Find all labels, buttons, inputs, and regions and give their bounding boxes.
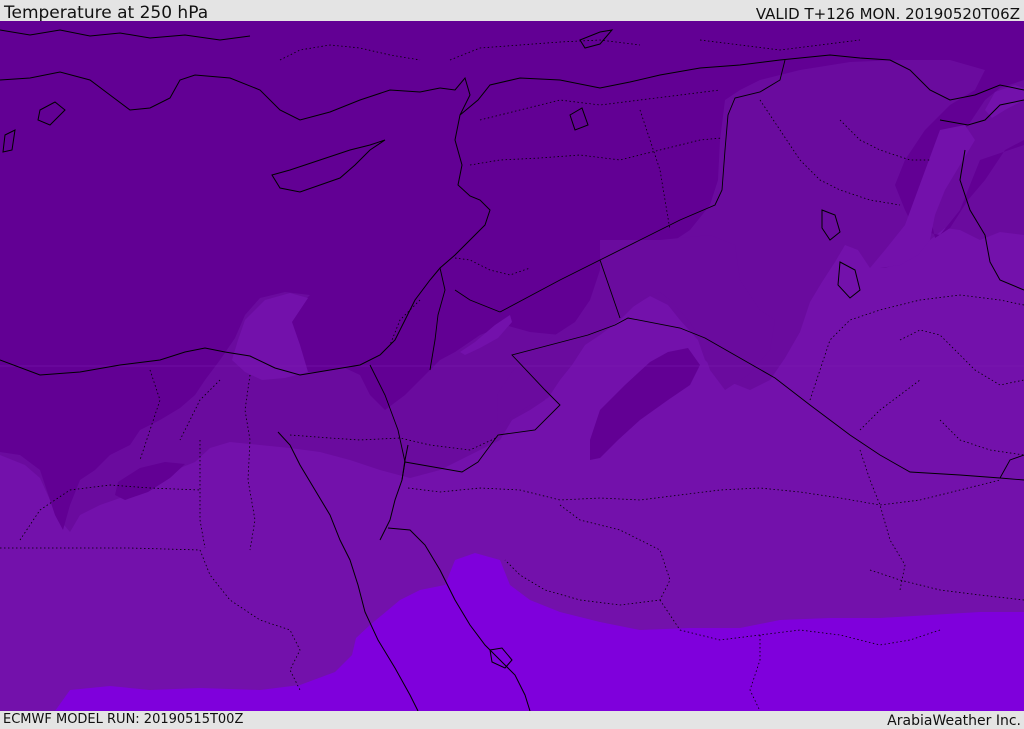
brand-label: ArabiaWeather Inc. — [887, 713, 1021, 729]
map-title: Temperature at 250 hPa — [4, 3, 209, 23]
temperature-map[interactable] — [0, 21, 1024, 711]
footer-bar: ECMWF MODEL RUN: 20190515T00Z ArabiaWeat… — [0, 711, 1024, 729]
model-run-label: ECMWF MODEL RUN: 20190515T00Z — [3, 712, 244, 727]
header-bar: Temperature at 250 hPa VALID T+126 MON. … — [0, 0, 1024, 23]
